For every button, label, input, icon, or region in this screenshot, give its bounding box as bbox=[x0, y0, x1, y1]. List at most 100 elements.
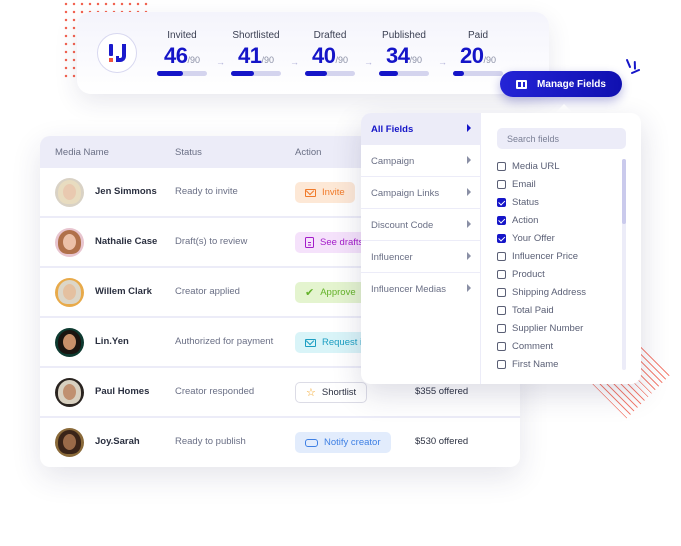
checkbox[interactable] bbox=[497, 287, 506, 297]
scrollbar-thumb[interactable] bbox=[622, 159, 626, 224]
stage-label: Shortlisted bbox=[232, 30, 280, 41]
category-label: Influencer Medias bbox=[371, 284, 446, 295]
category-all-fields[interactable]: All Fields bbox=[361, 113, 481, 145]
stage-count: 20 bbox=[460, 43, 484, 68]
action-label: See drafts bbox=[320, 237, 364, 248]
field-option[interactable]: Supplier Number bbox=[497, 321, 583, 335]
invite-button[interactable]: Invite bbox=[295, 182, 355, 203]
manage-fields-panel: All Fields Campaign Campaign Links Disco… bbox=[361, 113, 641, 384]
caret-right-icon bbox=[467, 252, 471, 260]
field-option[interactable]: Shipping Address bbox=[497, 285, 586, 299]
stage-count: 41 bbox=[238, 43, 262, 68]
checkbox[interactable] bbox=[497, 305, 506, 315]
action-label: Approve bbox=[320, 287, 356, 298]
field-option[interactable]: Product bbox=[497, 267, 545, 281]
checkbox[interactable] bbox=[497, 323, 506, 333]
stage-paid[interactable]: Paid 20/90 bbox=[446, 30, 510, 76]
field-option[interactable]: Email bbox=[497, 177, 536, 191]
stage-total: /90 bbox=[261, 55, 274, 65]
stage-count: 46 bbox=[164, 43, 188, 68]
mail-icon bbox=[305, 338, 316, 347]
search-fields-input[interactable] bbox=[497, 128, 626, 149]
avatar bbox=[55, 428, 84, 457]
column-header-action[interactable]: Action bbox=[295, 147, 321, 158]
checkbox[interactable] bbox=[497, 269, 506, 279]
avatar bbox=[55, 378, 84, 407]
category-campaign-links[interactable]: Campaign Links bbox=[361, 177, 481, 209]
caret-right-icon bbox=[467, 284, 471, 292]
category-label: Campaign Links bbox=[371, 188, 440, 199]
field-label: Media URL bbox=[512, 160, 560, 172]
field-option[interactable]: Media URL bbox=[497, 159, 560, 173]
dropdown-caret bbox=[556, 104, 572, 112]
handshake-icon bbox=[305, 438, 318, 447]
brand-logo bbox=[97, 33, 137, 73]
stage-label: Drafted bbox=[313, 30, 347, 41]
category-label: Influencer bbox=[371, 252, 413, 263]
caret-right-icon bbox=[467, 156, 471, 164]
pipeline-card: Invited 46/90 → Shortlisted 41/90 → Draf… bbox=[77, 12, 549, 94]
action-label: Shortlist bbox=[321, 387, 357, 398]
field-option[interactable]: First Name bbox=[497, 357, 558, 371]
creator-status: Ready to invite bbox=[175, 186, 238, 197]
field-label: Total Paid bbox=[512, 304, 554, 316]
checkbox[interactable] bbox=[497, 359, 506, 369]
field-label: Comment bbox=[512, 340, 554, 352]
field-option[interactable]: Action bbox=[497, 213, 538, 227]
checkbox[interactable] bbox=[497, 161, 506, 171]
field-option[interactable]: Total Paid bbox=[497, 303, 554, 317]
caret-right-icon bbox=[467, 188, 471, 196]
action-label: Notify creator bbox=[324, 437, 381, 448]
stage-drafted[interactable]: Drafted 40/90 bbox=[298, 30, 362, 76]
category-campaign[interactable]: Campaign bbox=[361, 145, 481, 177]
scrollbar[interactable] bbox=[622, 159, 626, 370]
stage-progress-fill bbox=[379, 71, 398, 76]
field-option[interactable]: Your Offer bbox=[497, 231, 555, 245]
checkbox[interactable] bbox=[497, 179, 506, 189]
category-influencer-medias[interactable]: Influencer Medias bbox=[361, 273, 481, 305]
checkbox[interactable] bbox=[497, 233, 506, 243]
stage-label: Published bbox=[382, 30, 426, 41]
check-icon: ✔ bbox=[305, 287, 315, 299]
field-option[interactable]: Influencer Price bbox=[497, 249, 578, 263]
stage-total: /90 bbox=[483, 55, 496, 65]
field-option[interactable]: Comment bbox=[497, 339, 553, 353]
field-option[interactable]: Status bbox=[497, 195, 539, 209]
stage-count: 40 bbox=[312, 43, 336, 68]
stage-total: /90 bbox=[409, 55, 422, 65]
stage-shortlisted[interactable]: Shortlisted 41/90 bbox=[224, 30, 288, 76]
creator-name: Lin.Yen bbox=[95, 336, 129, 347]
stage-progress-bar bbox=[305, 71, 355, 76]
sparkle-icon bbox=[626, 59, 640, 74]
field-label: Your Offer bbox=[512, 232, 555, 244]
field-label: First Name bbox=[512, 358, 559, 370]
stage-invited[interactable]: Invited 46/90 bbox=[150, 30, 214, 76]
field-label: Supplier Number bbox=[512, 322, 584, 334]
category-label: Campaign bbox=[371, 156, 415, 167]
shortlist-button[interactable]: ☆ Shortlist bbox=[295, 382, 368, 403]
creator-status: Ready to publish bbox=[175, 436, 246, 447]
checkbox[interactable] bbox=[497, 197, 506, 207]
stage-progress-bar bbox=[379, 71, 429, 76]
stage-published[interactable]: Published 34/90 bbox=[372, 30, 436, 76]
checkbox[interactable] bbox=[497, 341, 506, 351]
column-header-status[interactable]: Status bbox=[175, 147, 202, 158]
column-header-media-name[interactable]: Media Name bbox=[55, 147, 109, 158]
stage-progress-bar bbox=[157, 71, 207, 76]
manage-fields-button[interactable]: Manage Fields bbox=[500, 71, 622, 97]
category-discount-code[interactable]: Discount Code bbox=[361, 209, 481, 241]
avatar bbox=[55, 328, 84, 357]
category-influencer[interactable]: Influencer bbox=[361, 241, 481, 273]
category-label: Discount Code bbox=[371, 220, 434, 231]
stage-progress-fill bbox=[453, 71, 464, 76]
checkbox[interactable] bbox=[497, 251, 506, 261]
stage-progress-bar bbox=[453, 71, 503, 76]
stage-progress-fill bbox=[305, 71, 327, 76]
approve-button[interactable]: ✔ Approve bbox=[295, 282, 366, 303]
creator-status: Draft(s) to review bbox=[175, 236, 248, 247]
stage-total: /90 bbox=[187, 55, 200, 65]
checkbox[interactable] bbox=[497, 215, 506, 225]
creator-status: Authorized for payment bbox=[175, 336, 274, 347]
table-row[interactable]: Joy.Sarah Ready to publish Notify creato… bbox=[40, 418, 520, 467]
notify-creator-button[interactable]: Notify creator bbox=[295, 432, 391, 453]
